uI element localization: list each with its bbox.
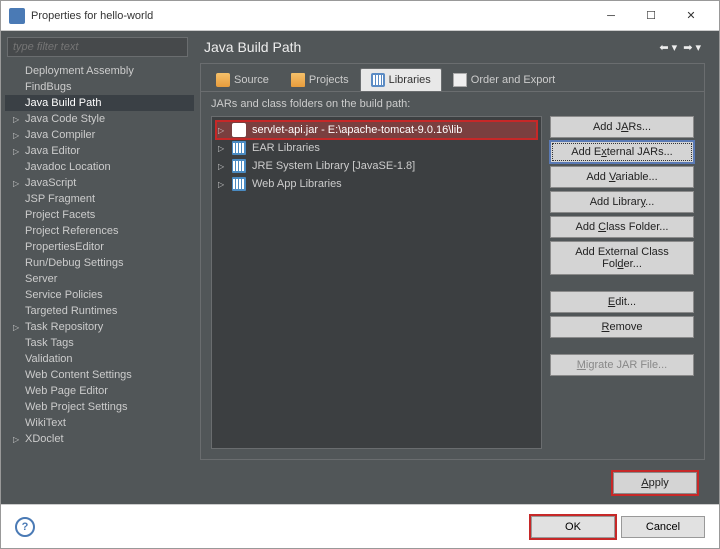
titlebar: Properties for hello-world ─ ☐ ✕ bbox=[1, 1, 719, 31]
jar-entry[interactable]: Web App Libraries bbox=[216, 175, 537, 193]
tab-projects[interactable]: Projects bbox=[280, 68, 360, 91]
edit-button[interactable]: Edit... bbox=[550, 291, 694, 313]
build-path-label: JARs and class folders on the build path… bbox=[201, 92, 704, 116]
tree-item[interactable]: JSP Fragment bbox=[5, 191, 194, 207]
cancel-button[interactable]: Cancel bbox=[621, 516, 705, 538]
tree-item[interactable]: Project Facets bbox=[5, 207, 194, 223]
tree-item[interactable]: Server bbox=[5, 271, 194, 287]
add-external-class-folder-button[interactable]: Add External Class Folder... bbox=[550, 241, 694, 275]
tree-item[interactable]: Java Build Path bbox=[5, 95, 194, 111]
library-icon bbox=[232, 177, 246, 191]
lib-icon bbox=[371, 73, 385, 87]
back-button[interactable]: ⬅ ▾ bbox=[659, 41, 677, 54]
tab-order-and-export[interactable]: Order and Export bbox=[442, 68, 566, 91]
migrate-jar-button: Migrate JAR File... bbox=[550, 354, 694, 376]
apply-button[interactable]: Apply bbox=[613, 472, 697, 494]
minimize-button[interactable]: ─ bbox=[591, 2, 631, 30]
tree-item[interactable]: Java Compiler bbox=[5, 127, 194, 143]
left-panel: Deployment AssemblyFindBugsJava Build Pa… bbox=[1, 31, 194, 504]
app-icon bbox=[9, 8, 25, 24]
library-icon bbox=[232, 159, 246, 173]
tree-item[interactable]: Deployment Assembly bbox=[5, 63, 194, 79]
tree-item[interactable]: WikiText bbox=[5, 415, 194, 431]
window-title: Properties for hello-world bbox=[31, 10, 591, 22]
jar-entry[interactable]: EAR Libraries bbox=[216, 139, 537, 157]
tree-item[interactable]: Targeted Runtimes bbox=[5, 303, 194, 319]
content-box: SourceProjectsLibrariesOrder and Export … bbox=[200, 63, 705, 460]
tree-item[interactable]: Web Content Settings bbox=[5, 367, 194, 383]
bottom-bar: ? OK Cancel bbox=[1, 504, 719, 548]
tree-item[interactable]: JavaScript bbox=[5, 175, 194, 191]
src-icon bbox=[216, 73, 230, 87]
tree-item[interactable]: Web Page Editor bbox=[5, 383, 194, 399]
jar-list[interactable]: servlet-api.jar - E:\apache-tomcat-9.0.1… bbox=[211, 116, 542, 449]
prj-icon bbox=[291, 73, 305, 87]
button-column: Add JARs... Add External JARs... Add Var… bbox=[550, 116, 694, 449]
tree-item[interactable]: PropertiesEditor bbox=[5, 239, 194, 255]
ok-button[interactable]: OK bbox=[531, 516, 615, 538]
tree-item[interactable]: Javadoc Location bbox=[5, 159, 194, 175]
jar-icon bbox=[232, 123, 246, 137]
add-class-folder-button[interactable]: Add Class Folder... bbox=[550, 216, 694, 238]
tab-source[interactable]: Source bbox=[205, 68, 280, 91]
forward-button[interactable]: ➡ ▾ bbox=[683, 41, 701, 54]
jar-entry[interactable]: JRE System Library [JavaSE-1.8] bbox=[216, 157, 537, 175]
category-tree[interactable]: Deployment AssemblyFindBugsJava Build Pa… bbox=[1, 63, 194, 504]
tab-libraries[interactable]: Libraries bbox=[360, 68, 442, 91]
filter-input[interactable] bbox=[7, 37, 188, 57]
tree-item[interactable]: XDoclet bbox=[5, 431, 194, 447]
right-panel: Java Build Path ⬅ ▾ ➡ ▾ SourceProjectsLi… bbox=[194, 31, 719, 504]
tree-item[interactable]: FindBugs bbox=[5, 79, 194, 95]
jar-entry[interactable]: servlet-api.jar - E:\apache-tomcat-9.0.1… bbox=[216, 121, 537, 139]
ord-icon bbox=[453, 73, 467, 87]
maximize-button[interactable]: ☐ bbox=[631, 2, 671, 30]
tree-item[interactable]: Run/Debug Settings bbox=[5, 255, 194, 271]
add-external-jars-button[interactable]: Add External JARs... bbox=[550, 141, 694, 163]
tree-item[interactable]: Project References bbox=[5, 223, 194, 239]
tree-item[interactable]: Task Repository bbox=[5, 319, 194, 335]
remove-button[interactable]: Remove bbox=[550, 316, 694, 338]
page-title: Java Build Path bbox=[204, 39, 659, 55]
tree-item[interactable]: Java Editor bbox=[5, 143, 194, 159]
tree-item[interactable]: Task Tags bbox=[5, 335, 194, 351]
tree-item[interactable]: Service Policies bbox=[5, 287, 194, 303]
help-icon[interactable]: ? bbox=[15, 517, 35, 537]
main-area: Deployment AssemblyFindBugsJava Build Pa… bbox=[1, 31, 719, 504]
tree-item[interactable]: Java Code Style bbox=[5, 111, 194, 127]
add-library-button[interactable]: Add Library... bbox=[550, 191, 694, 213]
tab-row: SourceProjectsLibrariesOrder and Export bbox=[201, 64, 704, 92]
add-variable-button[interactable]: Add Variable... bbox=[550, 166, 694, 188]
close-button[interactable]: ✕ bbox=[671, 2, 711, 30]
add-jars-button[interactable]: Add JARs... bbox=[550, 116, 694, 138]
library-icon bbox=[232, 141, 246, 155]
tree-item[interactable]: Validation bbox=[5, 351, 194, 367]
tree-item[interactable]: Web Project Settings bbox=[5, 399, 194, 415]
panel-header: Java Build Path ⬅ ▾ ➡ ▾ bbox=[194, 31, 711, 63]
